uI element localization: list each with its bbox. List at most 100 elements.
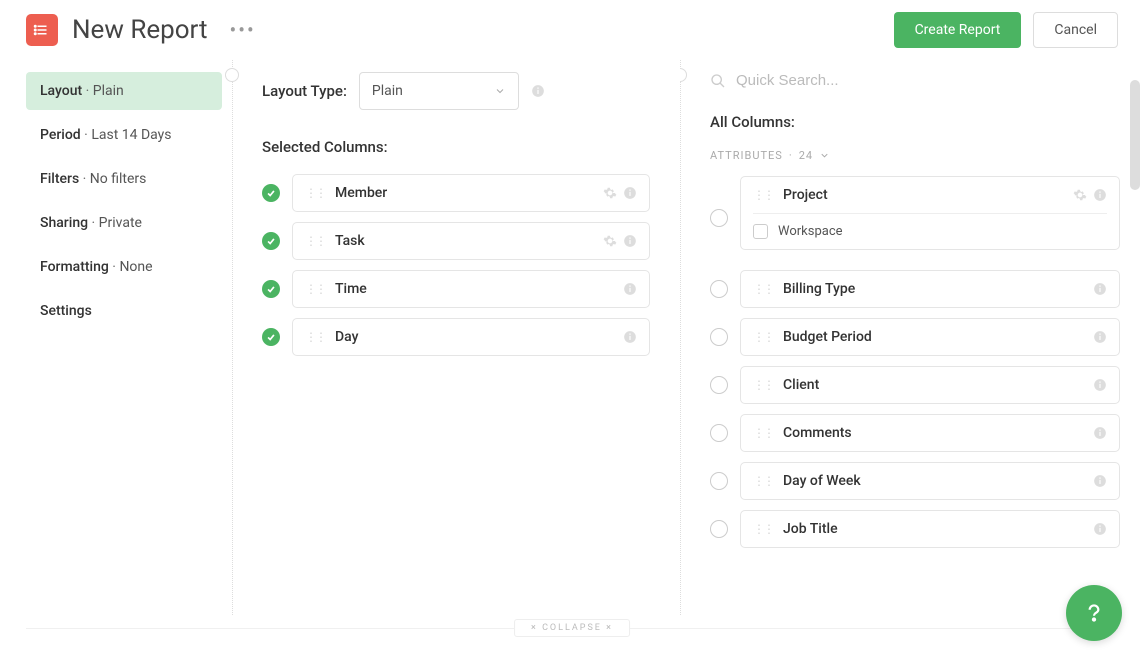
sidebar: Layout · Plain Period · Last 14 Days Fil… — [0, 60, 232, 615]
gear-icon[interactable] — [1073, 188, 1087, 202]
info-icon[interactable] — [1093, 282, 1107, 296]
column-name: Day — [335, 329, 623, 345]
sidebar-item-filters[interactable]: Filters · No filters — [26, 160, 222, 198]
sidebar-item-period[interactable]: Period · Last 14 Days — [26, 116, 222, 154]
drag-handle-icon[interactable]: ⋮⋮ — [753, 285, 773, 293]
drag-handle-icon[interactable]: ⋮⋮ — [753, 525, 773, 533]
chevron-down-icon — [819, 150, 830, 161]
section-divider-icon — [225, 68, 239, 82]
column-name: Member — [335, 185, 603, 201]
more-menu-button[interactable]: ••• — [222, 14, 264, 46]
column-name: Job Title — [783, 521, 1093, 537]
column-selected-icon[interactable] — [262, 184, 280, 202]
sidebar-item-label: Layout — [40, 83, 82, 99]
drag-handle-icon[interactable]: ⋮⋮ — [305, 189, 325, 197]
drag-handle-icon[interactable]: ⋮⋮ — [753, 381, 773, 389]
sidebar-item-sharing[interactable]: Sharing · Private — [26, 204, 222, 242]
attributes-label: ATTRIBUTES — [710, 149, 783, 162]
available-column-client[interactable]: ⋮⋮ Client — [740, 366, 1120, 404]
layout-type-select[interactable]: Plain — [359, 72, 519, 110]
sidebar-item-label: Period — [40, 127, 81, 143]
column-select-toggle[interactable] — [710, 280, 728, 298]
info-icon[interactable] — [531, 84, 545, 98]
column-name: Budget Period — [783, 329, 1093, 345]
selected-columns-heading: Selected Columns: — [262, 138, 650, 156]
sidebar-item-settings[interactable]: Settings — [26, 292, 222, 330]
info-icon[interactable] — [1093, 426, 1107, 440]
workspace-checkbox[interactable] — [753, 224, 768, 239]
workspace-label: Workspace — [778, 224, 843, 239]
column-selected-icon[interactable] — [262, 232, 280, 250]
cancel-button[interactable]: Cancel — [1033, 12, 1118, 48]
sidebar-item-label: Sharing — [40, 215, 88, 231]
column-selected-icon[interactable] — [262, 328, 280, 346]
column-name: Day of Week — [783, 473, 1093, 489]
drag-handle-icon[interactable]: ⋮⋮ — [305, 237, 325, 245]
sidebar-item-label: Formatting — [40, 259, 109, 275]
info-icon[interactable] — [623, 186, 637, 200]
sidebar-item-label: Settings — [40, 303, 92, 319]
info-icon[interactable] — [623, 330, 637, 344]
chevron-down-icon — [494, 85, 506, 97]
app-logo — [26, 14, 58, 46]
column-select-toggle[interactable] — [710, 328, 728, 346]
available-column-project[interactable]: ⋮⋮ Project Workspace — [740, 176, 1120, 250]
info-icon[interactable] — [623, 234, 637, 248]
column-selected-icon[interactable] — [262, 280, 280, 298]
available-column-job-title[interactable]: ⋮⋮ Job Title — [740, 510, 1120, 548]
gear-icon[interactable] — [603, 186, 617, 200]
page-title: New Report — [72, 15, 208, 45]
scrollbar[interactable] — [1130, 80, 1140, 190]
info-icon[interactable] — [1093, 188, 1107, 202]
selected-column-task[interactable]: ⋮⋮ Task — [292, 222, 650, 260]
column-name: Task — [335, 233, 603, 249]
column-select-toggle[interactable] — [710, 209, 728, 227]
drag-handle-icon[interactable]: ⋮⋮ — [305, 333, 325, 341]
info-icon[interactable] — [1093, 330, 1107, 344]
search-icon — [710, 73, 726, 89]
all-columns-heading: All Columns: — [710, 113, 1120, 131]
column-name: Client — [783, 377, 1093, 393]
column-name: Billing Type — [783, 281, 1093, 297]
column-name: Comments — [783, 425, 1093, 441]
drag-handle-icon[interactable]: ⋮⋮ — [753, 191, 773, 199]
info-icon[interactable] — [623, 282, 637, 296]
column-name: Project — [783, 187, 1073, 203]
selected-column-time[interactable]: ⋮⋮ Time — [292, 270, 650, 308]
drag-handle-icon[interactable]: ⋮⋮ — [753, 333, 773, 341]
column-select-toggle[interactable] — [710, 472, 728, 490]
sidebar-item-formatting[interactable]: Formatting · None — [26, 248, 222, 286]
available-column-budget-period[interactable]: ⋮⋮ Budget Period — [740, 318, 1120, 356]
info-icon[interactable] — [1093, 474, 1107, 488]
layout-type-value: Plain — [372, 83, 403, 99]
selected-column-member[interactable]: ⋮⋮ Member — [292, 174, 650, 212]
column-select-toggle[interactable] — [710, 520, 728, 538]
drag-handle-icon[interactable]: ⋮⋮ — [305, 285, 325, 293]
layout-type-label: Layout Type: — [262, 82, 347, 100]
attributes-toggle[interactable]: ATTRIBUTES · 24 — [710, 149, 1120, 162]
column-select-toggle[interactable] — [710, 376, 728, 394]
column-name: Time — [335, 281, 623, 297]
column-select-toggle[interactable] — [710, 424, 728, 442]
quick-search-input[interactable] — [736, 72, 1120, 89]
help-fab[interactable] — [1066, 585, 1122, 641]
create-report-button[interactable]: Create Report — [894, 12, 1022, 48]
info-icon[interactable] — [1093, 378, 1107, 392]
drag-handle-icon[interactable]: ⋮⋮ — [753, 429, 773, 437]
selected-column-day[interactable]: ⋮⋮ Day — [292, 318, 650, 356]
sidebar-item-value: No filters — [90, 171, 147, 187]
attributes-count: 24 — [799, 149, 813, 162]
available-column-day-of-week[interactable]: ⋮⋮ Day of Week — [740, 462, 1120, 500]
sidebar-item-value: None — [119, 259, 152, 275]
drag-handle-icon[interactable]: ⋮⋮ — [753, 477, 773, 485]
sidebar-item-label: Filters — [40, 171, 79, 187]
sidebar-item-value: Plain — [93, 83, 124, 99]
info-icon[interactable] — [1093, 522, 1107, 536]
sidebar-item-value: Last 14 Days — [91, 127, 171, 143]
available-column-billing-type[interactable]: ⋮⋮ Billing Type — [740, 270, 1120, 308]
available-column-comments[interactable]: ⋮⋮ Comments — [740, 414, 1120, 452]
collapse-button[interactable]: × COLLAPSE × — [514, 619, 630, 637]
sidebar-item-layout[interactable]: Layout · Plain — [26, 72, 222, 110]
sidebar-item-value: Private — [99, 215, 142, 231]
gear-icon[interactable] — [603, 234, 617, 248]
